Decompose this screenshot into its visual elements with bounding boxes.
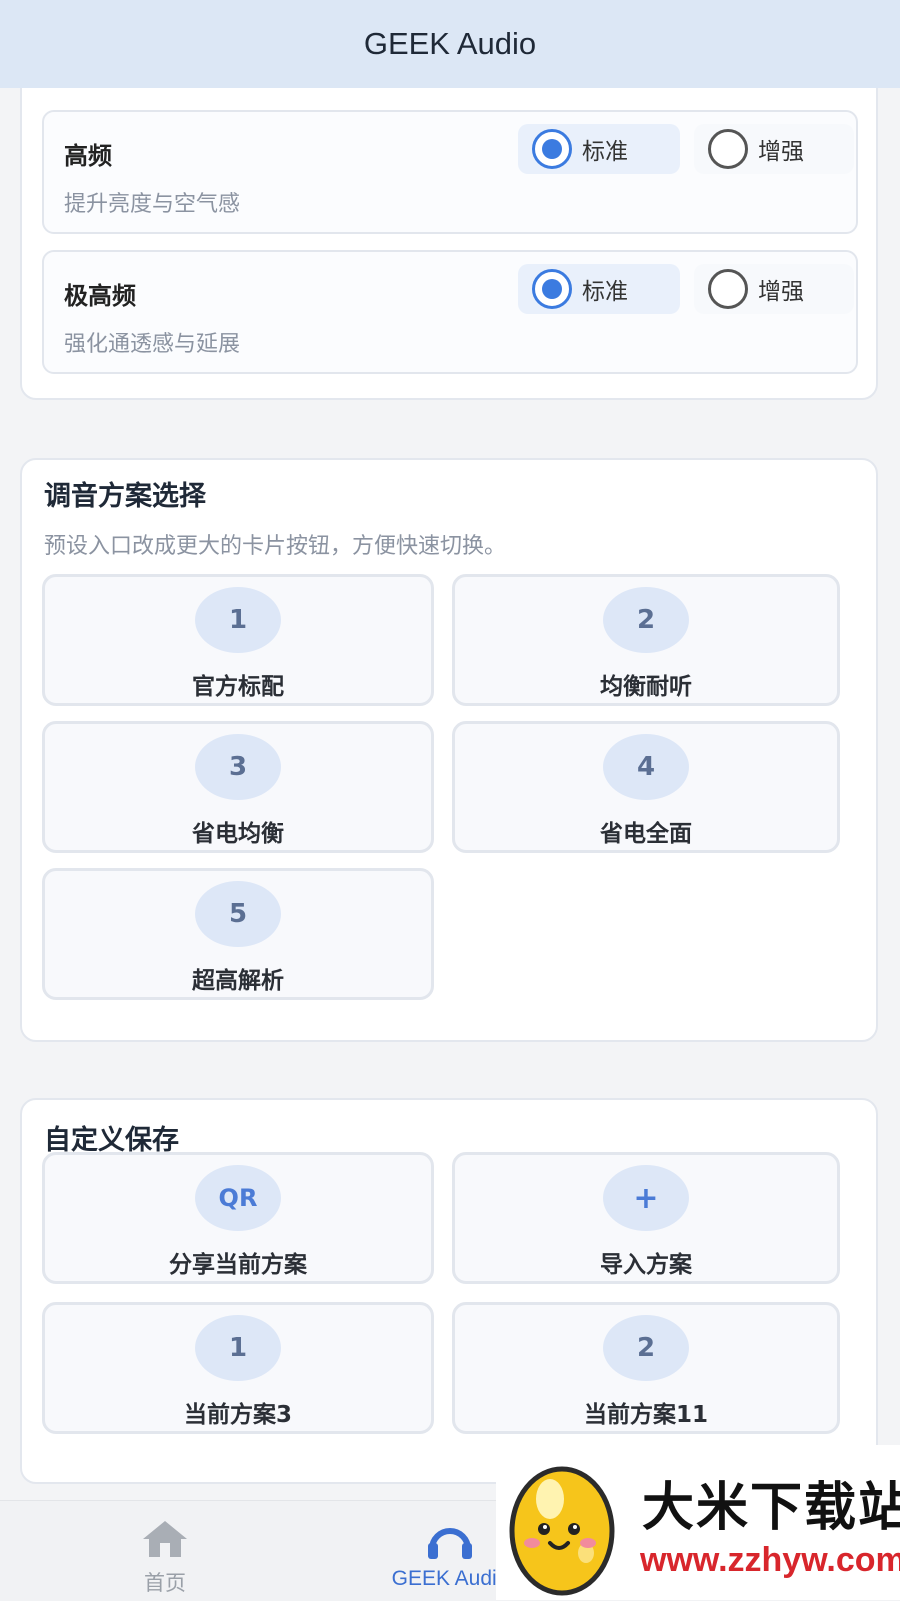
nav-home-tab[interactable]: 首页 xyxy=(120,1519,210,1597)
rice-mascot-logo xyxy=(509,1466,615,1596)
option-label: 增强 xyxy=(758,139,804,165)
preset-label: 官方标配 xyxy=(192,674,284,700)
option-enhanced-radio[interactable]: 增强 xyxy=(694,124,854,174)
tile-label: 当前方案11 xyxy=(583,1402,708,1428)
preset-number-badge: 3 xyxy=(195,734,281,800)
radio-unselected-icon xyxy=(708,129,748,169)
share-preset-tile[interactable]: QR 分享当前方案 xyxy=(42,1152,434,1284)
option-label: 增强 xyxy=(758,279,804,305)
radio-unselected-icon xyxy=(708,269,748,309)
saved-preset-tile-1[interactable]: 1 当前方案3 xyxy=(42,1302,434,1434)
band-desc: 提升亮度与空气感 xyxy=(64,192,241,217)
option-standard-radio[interactable]: 标准 xyxy=(518,124,680,174)
section-title: 调音方案选择 xyxy=(44,481,206,512)
band-title: 高频 xyxy=(64,142,112,170)
option-label: 标准 xyxy=(582,139,628,165)
saved-number-badge: 1 xyxy=(195,1315,281,1381)
headphones-icon xyxy=(428,1528,472,1559)
tile-label: 分享当前方案 xyxy=(169,1252,307,1278)
preset-tile-5[interactable]: 5 超高解析 xyxy=(42,868,434,1000)
preset-number-badge: 1 xyxy=(195,587,281,653)
preset-label: 省电全面 xyxy=(600,821,692,847)
band-title: 极高频 xyxy=(64,282,136,310)
tile-label: 导入方案 xyxy=(600,1252,692,1278)
preset-number-badge: 5 xyxy=(195,881,281,947)
preset-label: 省电均衡 xyxy=(192,821,284,847)
watermark-brand: 大米下载站 xyxy=(642,1478,900,1538)
preset-tile-3[interactable]: 3 省电均衡 xyxy=(42,721,434,853)
preset-selection-card: 调音方案选择 预设入口改成更大的卡片按钮，方便快速切换。 1 官方标配 2 均衡… xyxy=(20,458,878,1042)
option-label: 标准 xyxy=(582,279,628,305)
preset-number-badge: 4 xyxy=(603,734,689,800)
app-header: GEEK Audio xyxy=(0,0,900,88)
preset-label: 超高解析 xyxy=(192,968,284,994)
band-row-high: 高频 提升亮度与空气感 标准 增强 xyxy=(42,110,858,234)
band-desc: 强化通透感与延展 xyxy=(64,332,241,357)
band-row-ultra-high: 极高频 强化通透感与延展 标准 增强 xyxy=(42,250,858,374)
tile-label: 当前方案3 xyxy=(183,1402,292,1428)
band-settings-card: 高频 提升亮度与空气感 标准 增强 极高频 强化通透感与延展 标准 增强 xyxy=(20,40,878,400)
watermark-overlay: 大米下载站 www.zzhyw.com xyxy=(496,1445,900,1600)
app-title: GEEK Audio xyxy=(363,26,537,61)
radio-selected-icon xyxy=(532,269,572,309)
home-icon xyxy=(143,1521,187,1557)
preset-number-badge: 2 xyxy=(603,587,689,653)
import-preset-tile[interactable]: + 导入方案 xyxy=(452,1152,840,1284)
preset-tile-4[interactable]: 4 省电全面 xyxy=(452,721,840,853)
preset-label: 均衡耐听 xyxy=(600,674,692,700)
plus-icon: + xyxy=(603,1165,689,1231)
saved-number-badge: 2 xyxy=(603,1315,689,1381)
section-desc: 预设入口改成更大的卡片按钮，方便快速切换。 xyxy=(44,534,507,559)
radio-selected-icon xyxy=(532,129,572,169)
nav-label: 首页 xyxy=(144,1572,186,1595)
saved-preset-tile-2[interactable]: 2 当前方案11 xyxy=(452,1302,840,1434)
qr-icon: QR xyxy=(195,1165,281,1231)
preset-tile-1[interactable]: 1 官方标配 xyxy=(42,574,434,706)
option-standard-radio[interactable]: 标准 xyxy=(518,264,680,314)
watermark-url: www.zzhyw.com xyxy=(640,1541,900,1579)
option-enhanced-radio[interactable]: 增强 xyxy=(694,264,854,314)
preset-tile-2[interactable]: 2 均衡耐听 xyxy=(452,574,840,706)
custom-save-card: 自定义保存 QR 分享当前方案 + 导入方案 1 当前方案3 2 当前方案11 xyxy=(20,1098,878,1484)
